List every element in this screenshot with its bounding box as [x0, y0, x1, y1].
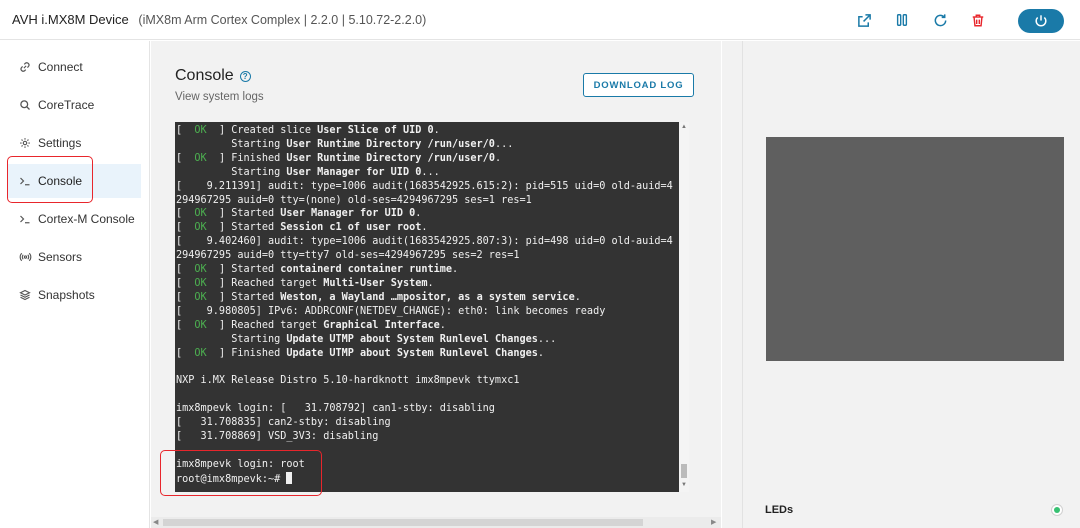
- sidebar-item-label: Sensors: [38, 250, 83, 264]
- terminal-text: [ OK ] Created slice User Slice of UID 0…: [176, 124, 676, 487]
- terminal-line: [ OK ] Reached target Multi-User System.: [176, 277, 434, 289]
- terminal-vertical-scrollbar[interactable]: ▲ ▼: [679, 122, 689, 492]
- scroll-down-icon[interactable]: ▼: [681, 482, 687, 488]
- external-link-icon[interactable]: [854, 10, 874, 30]
- scroll-thumb[interactable]: [681, 464, 687, 478]
- terminal-line: Starting User Manager for UID 0...: [176, 166, 440, 178]
- device-panel: LEDs: [742, 41, 1080, 528]
- refresh-icon[interactable]: [930, 10, 950, 30]
- terminal-line: [ 9.980805] IPv6: ADDRCONF(NETDEV_CHANGE…: [176, 305, 606, 317]
- console-title-text: Console: [175, 67, 234, 84]
- sidebar-item-label: Cortex-M Console: [38, 212, 135, 226]
- sidebar-item-label: Console: [38, 174, 83, 188]
- terminal-line: Starting Update UTMP about System Runlev…: [176, 333, 557, 345]
- device-name: AVH i.MX8M Device: [12, 12, 129, 27]
- page-title: Console ?: [175, 67, 251, 85]
- terminal-cursor: [286, 471, 293, 484]
- sidebar-item-label: Snapshots: [38, 288, 95, 302]
- horizontal-scroll-thumb[interactable]: [163, 519, 643, 526]
- trash-icon[interactable]: [968, 10, 988, 30]
- download-log-button[interactable]: DOWNLOAD LOG: [583, 73, 694, 97]
- terminal-line: 294967295 auid=0 tty=tty7 old-ses=429496…: [176, 250, 520, 262]
- sensor-icon: [18, 250, 32, 264]
- horizontal-scrollbar[interactable]: ◀ ▶: [151, 517, 721, 528]
- console-panel: Console ? View system logs DOWNLOAD LOG …: [151, 41, 721, 528]
- terminal-line: [ OK ] Started Weston, a Wayland …mposit…: [176, 291, 581, 303]
- terminal-line: [ OK ] Started User Manager for UID 0.: [176, 208, 422, 220]
- sidebar-item-snapshots[interactable]: Snapshots: [8, 278, 141, 312]
- terminal-line: [ OK ] Reached target Graphical Interfac…: [176, 319, 446, 331]
- device-display[interactable]: [766, 137, 1064, 361]
- terminal-line: [ OK ] Created slice User Slice of UID 0…: [176, 125, 440, 136]
- scroll-up-icon[interactable]: ▲: [681, 124, 687, 130]
- splitter[interactable]: [722, 41, 742, 528]
- pause-icon[interactable]: [892, 10, 912, 30]
- terminal-line: [ 31.708869] VSD_3V3: disabling: [176, 430, 379, 442]
- leds-label: LEDs: [765, 504, 794, 516]
- gear-icon: [18, 136, 32, 150]
- search-icon: [18, 98, 32, 112]
- terminal-line: [ OK ] Started Session c1 of user root.: [176, 222, 428, 234]
- power-button[interactable]: [1018, 9, 1064, 33]
- sidebar-item-label: CoreTrace: [38, 98, 95, 112]
- link-icon: [18, 60, 32, 74]
- layers-icon: [18, 288, 32, 302]
- top-bar: AVH i.MX8M Device (iMX8m Arm Cortex Comp…: [0, 0, 1080, 40]
- terminal-output[interactable]: [ OK ] Created slice User Slice of UID 0…: [175, 122, 679, 492]
- terminal-line: [ OK ] Finished Update UTMP about System…: [176, 347, 545, 359]
- sidebar-item-label: Settings: [38, 136, 82, 150]
- device-toolbar: [854, 10, 988, 30]
- terminal-line: [ 9.211391] audit: type=1006 audit(16835…: [176, 180, 673, 192]
- scroll-right-icon[interactable]: ▶: [711, 518, 716, 526]
- terminal-line: [ OK ] Started containerd container runt…: [176, 264, 459, 276]
- terminal-line: [ 31.708835] can2-stby: disabling: [176, 417, 391, 429]
- sidebar-item-cortex-m-console[interactable]: Cortex-M Console: [8, 202, 141, 236]
- terminal-prompt-line[interactable]: root@imx8mpevk:~#: [176, 471, 676, 487]
- led-indicator: [1051, 504, 1063, 516]
- sidebar-item-console[interactable]: Console: [8, 164, 141, 198]
- terminal-icon: [18, 174, 32, 188]
- led-dot: [1054, 507, 1060, 513]
- sidebar-item-coretrace[interactable]: CoreTrace: [8, 88, 141, 122]
- sidebar-item-connect[interactable]: Connect: [8, 50, 141, 84]
- sidebar-item-sensors[interactable]: Sensors: [8, 240, 141, 274]
- sidebar-item-label: Connect: [38, 60, 83, 74]
- device-info: (iMX8m Arm Cortex Complex | 2.2.0 | 5.10…: [138, 13, 427, 27]
- terminal-line: imx8mpevk login: root: [176, 458, 305, 470]
- terminal-line: imx8mpevk login: [ 31.708792] can1-stby:…: [176, 403, 495, 415]
- terminal-line: Starting User Runtime Directory /run/use…: [176, 138, 514, 150]
- terminal-line: [ 9.402460] audit: type=1006 audit(16835…: [176, 236, 673, 248]
- sidebar: Connect CoreTrace Settings Console Corte…: [0, 41, 150, 528]
- help-icon[interactable]: ?: [239, 70, 251, 82]
- scroll-left-icon[interactable]: ◀: [153, 518, 158, 526]
- sidebar-item-settings[interactable]: Settings: [8, 126, 141, 160]
- terminal-icon: [18, 212, 32, 226]
- terminal-line: [ OK ] Finished User Runtime Directory /…: [176, 152, 502, 164]
- power-icon: [1035, 15, 1047, 27]
- terminal-prompt: root@imx8mpevk:~#: [176, 473, 287, 485]
- device-title: AVH i.MX8M Device (iMX8m Arm Cortex Comp…: [12, 12, 426, 27]
- terminal-line: 294967295 auid=0 tty=(none) old-ses=4294…: [176, 194, 532, 206]
- page-subtitle: View system logs: [175, 91, 264, 103]
- terminal-line: NXP i.MX Release Distro 5.10-hardknott i…: [176, 375, 520, 387]
